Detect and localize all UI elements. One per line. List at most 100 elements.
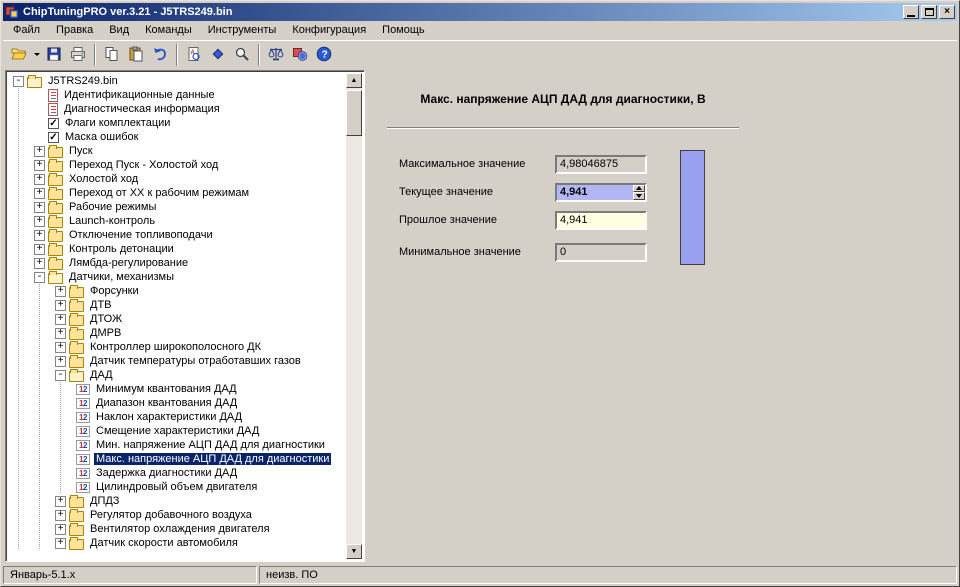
tree-row[interactable]: 12 Цилиндровый объем двигателя [8,480,346,494]
tree-label[interactable]: Холостой ход [67,173,140,185]
menu-item-5[interactable]: Конфигурация [284,22,374,39]
tree-row[interactable]: 12 Макс. напряжение АЦП ДАД для диагности… [8,452,346,466]
tree-row[interactable]: + Переход Пуск - Холостой ход [8,158,346,172]
tree-scrollbar[interactable]: ▲ ▼ [346,73,362,559]
expand-expander-icon[interactable]: + [34,145,45,157]
expand-expander-icon[interactable]: + [55,285,66,297]
undo-button[interactable] [148,43,172,67]
minimize-button[interactable] [903,5,919,19]
scroll-up-button[interactable]: ▲ [346,73,362,88]
tree-label[interactable]: Диапазон квантования ДАД [94,397,239,409]
collapse-expander-icon[interactable]: - [13,75,24,87]
tree-label[interactable]: Контроллер широкополосного ДК [88,341,263,353]
checksum-button[interactable]: A [182,43,206,67]
tree-label[interactable]: Флаги комплектации [63,117,172,129]
copy-button[interactable] [100,43,124,67]
menu-item-0[interactable]: Файл [5,22,48,39]
expand-expander-icon[interactable]: + [55,355,66,367]
expand-expander-icon[interactable]: + [34,257,45,269]
expand-expander-icon[interactable]: + [34,159,45,171]
tree-row[interactable]: 12 Задержка диагностики ДАД [8,466,346,480]
tree-row[interactable]: + ДМРВ [8,326,346,340]
tree-row[interactable]: + Отключение топливоподачи [8,228,346,242]
value-spinner[interactable] [633,184,645,200]
tree-row[interactable]: + Пуск [8,144,346,158]
tree-row[interactable]: + Холостой ход [8,172,346,186]
menu-item-6[interactable]: Помощь [374,22,433,39]
expand-expander-icon[interactable]: + [55,537,66,549]
maximize-button[interactable] [921,5,937,19]
tree-row[interactable]: + Лямбда-регулирование [8,256,346,270]
collapse-expander-icon[interactable]: - [34,271,45,283]
expand-expander-icon[interactable]: + [55,523,66,535]
expand-expander-icon[interactable]: + [34,201,45,213]
expand-expander-icon[interactable]: + [34,173,45,185]
tree-label[interactable]: Макс. напряжение АЦП ДАД для диагностики [94,453,332,465]
menu-item-4[interactable]: Инструменты [200,22,285,39]
tree-label[interactable]: Переход от ХХ к рабочим режимам [67,187,251,199]
tree-label[interactable]: Переход Пуск - Холостой ход [67,159,220,171]
tree-label[interactable]: Цилиндровый объем двигателя [94,481,259,493]
tree-row[interactable]: - J5TRS249.bin [8,74,346,88]
tree-row[interactable]: 12 Мин. напряжение АЦП ДАД для диагностик… [8,438,346,452]
tree-row[interactable]: + ДТВ [8,298,346,312]
config-button[interactable] [288,43,312,67]
tree-label[interactable]: Датчики, механизмы [67,271,176,283]
open-dropdown-button[interactable] [31,43,42,67]
tree-row[interactable]: 12 Смещение характеристики ДАД [8,424,346,438]
expand-expander-icon[interactable]: + [55,299,66,311]
max-value-input[interactable] [555,154,647,174]
tree-label[interactable]: Мин. напряжение АЦП ДАД для диагностики [94,439,327,451]
zoom-button[interactable] [230,43,254,67]
print-button[interactable] [66,43,90,67]
expand-expander-icon[interactable]: + [34,229,45,241]
tree-label[interactable]: Лямбда-регулирование [67,257,190,269]
tree-row[interactable]: + Вентилятор охлаждения двигателя [8,522,346,536]
expand-expander-icon[interactable]: + [34,243,45,255]
tree-label[interactable]: Смещение характеристики ДАД [94,425,261,437]
tree-row[interactable]: + ДПДЗ [8,494,346,508]
expand-expander-icon[interactable]: + [55,327,66,339]
tree-label[interactable]: ДТОЖ [88,313,124,325]
paste-button[interactable] [124,43,148,67]
tree-row[interactable]: + Датчик температуры отработавших газов [8,354,346,368]
tree-label[interactable]: Отключение топливоподачи [67,229,215,241]
menu-item-1[interactable]: Правка [48,22,101,39]
expand-expander-icon[interactable]: + [55,495,66,507]
tree-label[interactable]: ДАД [88,369,115,381]
tree-row[interactable]: Диагностическая информация [8,102,346,116]
tree-label[interactable]: Идентификационные данные [62,89,217,101]
expand-expander-icon[interactable]: + [34,187,45,199]
close-button[interactable]: × [939,5,955,19]
menu-item-2[interactable]: Вид [101,22,137,39]
compare-button[interactable] [206,43,230,67]
collapse-expander-icon[interactable]: - [55,369,66,381]
tree-label[interactable]: Маска ошибок [63,131,140,143]
tree-row[interactable]: + Контроль детонации [8,242,346,256]
tree-label[interactable]: Датчик скорости автомобиля [88,537,240,549]
tree-label[interactable]: Минимум квантования ДАД [94,383,239,395]
tree-label[interactable]: Рабочие режимы [67,201,158,213]
tree-row[interactable]: Идентификационные данные [8,88,346,102]
tree-row[interactable]: ✓ Маска ошибок [8,130,346,144]
spinner-up-button[interactable] [633,184,645,192]
scroll-down-button[interactable]: ▼ [346,544,362,559]
tree-row[interactable]: - ДАД [8,368,346,382]
menu-item-3[interactable]: Команды [137,22,200,39]
tree-row[interactable]: + Регулятор добавочного воздуха [8,508,346,522]
scroll-thumb[interactable] [346,90,362,136]
save-button[interactable] [42,43,66,67]
tree-label[interactable]: ДТВ [88,299,114,311]
tree-row[interactable]: + Рабочие режимы [8,200,346,214]
tree-row[interactable]: + Переход от ХХ к рабочим режимам [8,186,346,200]
tree-row[interactable]: + Форсунки [8,284,346,298]
previous-value-input[interactable] [555,210,647,230]
spinner-down-button[interactable] [633,192,645,200]
tree-row[interactable]: + ДТОЖ [8,312,346,326]
help-button[interactable]: ? [312,43,336,67]
tree-label[interactable]: Пуск [67,145,95,157]
tree-label[interactable]: ДМРВ [88,327,123,339]
tree-row[interactable]: + Launch-контроль [8,214,346,228]
measure-button[interactable] [264,43,288,67]
tree-row[interactable]: 12 Диапазон квантования ДАД [8,396,346,410]
